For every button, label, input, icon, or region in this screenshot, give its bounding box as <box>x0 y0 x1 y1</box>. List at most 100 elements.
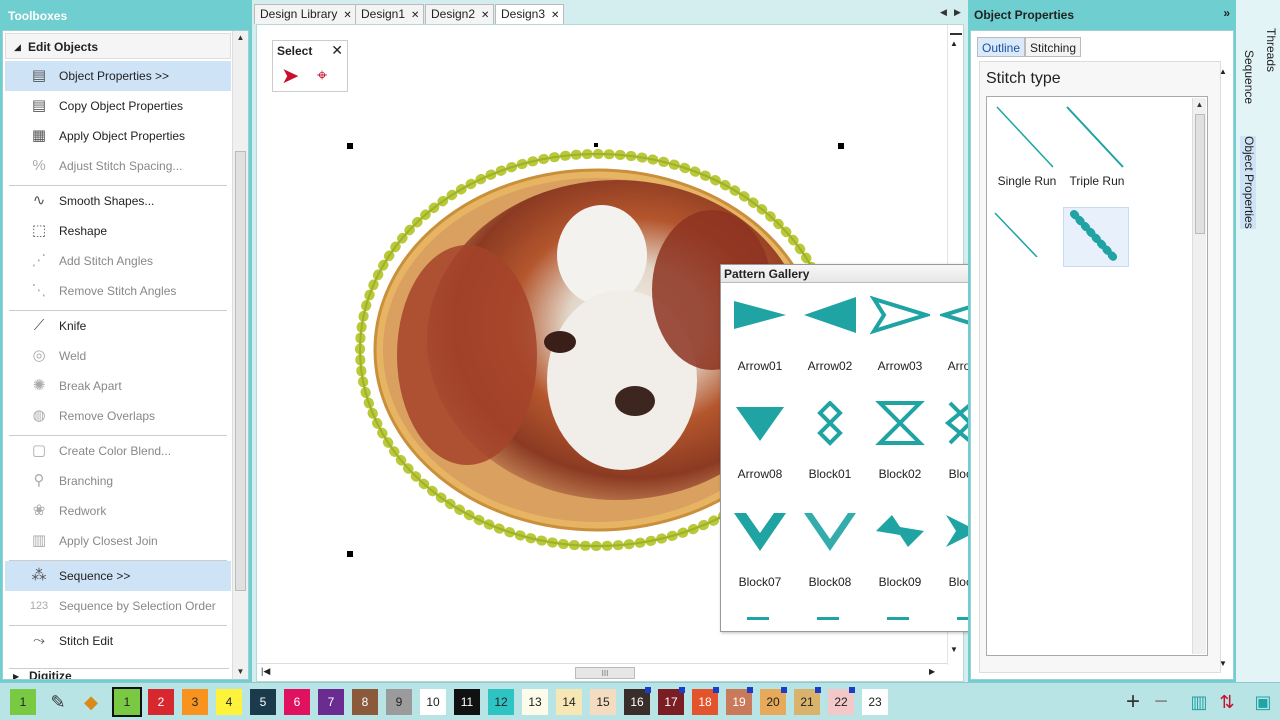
color-swatch-14[interactable]: 14 <box>556 689 582 715</box>
tab-next-icon[interactable]: ▶ <box>954 7 961 18</box>
selection-handle[interactable] <box>347 143 353 149</box>
select-point-icon[interactable]: ⌖ <box>317 65 327 86</box>
color-swatch-7[interactable]: 7 <box>318 689 344 715</box>
pattern-arrow02[interactable]: Arrow02 <box>795 287 865 387</box>
pattern-arrow03[interactable]: Arrow03 <box>865 287 935 387</box>
stitch-type-triple-run[interactable]: Triple Run <box>1057 101 1137 188</box>
scroll-up-icon[interactable]: ▲ <box>950 39 958 48</box>
color-swatch-2[interactable]: 2 <box>148 689 174 715</box>
scrollbar-thumb[interactable] <box>1195 114 1205 234</box>
stitch-type-single-run[interactable]: Single Run <box>987 101 1067 188</box>
panel-scroll-up-icon[interactable]: ▲ <box>1219 67 1227 76</box>
toolbox-item-remove-overlaps[interactable]: ◍ Remove Overlaps <box>5 401 231 431</box>
close-icon[interactable]: ✕ <box>551 10 559 21</box>
pattern-block08[interactable]: Block08 <box>795 503 865 603</box>
tab-outline[interactable]: Outline <box>977 37 1026 57</box>
toolbox-item-closest-join[interactable]: ▥ Apply Closest Join <box>5 526 231 556</box>
close-icon[interactable]: ✕ <box>481 10 489 21</box>
toolbox-item-object-properties[interactable]: ▤ Object Properties >> <box>5 61 231 91</box>
color-swatch-1[interactable]: 1 <box>10 689 36 715</box>
color-swatch-18[interactable]: 18 <box>692 687 719 715</box>
side-tab-threads[interactable]: Threads <box>1262 28 1278 72</box>
collapse-panel-icon[interactable]: » <box>1223 6 1230 20</box>
color-sort-icon[interactable]: ⇅ <box>1214 689 1240 715</box>
color-swatch-13[interactable]: 13 <box>522 689 548 715</box>
scroll-right-icon[interactable]: ▶ <box>929 667 935 676</box>
toolbox-item-sequence[interactable]: ⁂ Sequence >> <box>5 561 231 591</box>
digitize-section-header[interactable]: ▶ Digitize <box>9 668 229 679</box>
side-tab-sequence[interactable]: Sequence <box>1240 50 1256 104</box>
toolbox-item-remove-angles[interactable]: ⋱ Remove Stitch Angles <box>5 276 231 306</box>
toolbox-item-sequence-order[interactable]: 123 Sequence by Selection Order <box>5 591 231 621</box>
tab-design1[interactable]: Design1 ✕ <box>355 4 425 24</box>
color-swatch-1[interactable]: 1 <box>112 687 142 717</box>
stitch-type-item[interactable] <box>987 207 1067 260</box>
close-icon[interactable]: ✕ <box>343 10 351 21</box>
side-tab-object-properties[interactable]: Object Properties <box>1240 136 1256 229</box>
toolbox-item-branching[interactable]: ⚲ Branching <box>5 466 231 496</box>
panel-scroll-down-icon[interactable]: ▼ <box>1219 659 1227 668</box>
toolbox-item-redwork[interactable]: ❀ Redwork <box>5 496 231 526</box>
toolbox-item-weld[interactable]: ◎ Weld <box>5 341 231 371</box>
scroll-up-icon[interactable]: ▲ <box>233 31 248 45</box>
scroll-down-icon[interactable]: ▼ <box>950 645 958 654</box>
stitch-type-scrollbar[interactable]: ▲ <box>1192 98 1206 654</box>
pattern-block01[interactable]: Block01 <box>795 395 865 495</box>
pattern-partial[interactable] <box>817 617 839 629</box>
eyedropper-icon[interactable]: ✎ <box>45 689 71 715</box>
expand-triangle-icon[interactable]: ▶ <box>13 672 19 679</box>
color-swatch-5[interactable]: 5 <box>250 689 276 715</box>
pattern-arrow08[interactable]: Arrow08 <box>725 395 795 495</box>
selection-handle[interactable] <box>347 551 353 557</box>
color-swatch-12[interactable]: 12 <box>488 689 514 715</box>
scroll-left-icon[interactable]: |◀ <box>261 666 270 677</box>
pattern-block09[interactable]: Block09 <box>865 503 935 603</box>
selection-handle[interactable] <box>594 143 598 147</box>
tab-design2[interactable]: Design2 ✕ <box>425 4 495 24</box>
select-arrow-icon[interactable]: ➤ <box>281 63 299 89</box>
color-swatch-16[interactable]: 16 <box>624 687 651 715</box>
color-film-icon[interactable]: ▣ <box>1250 689 1276 715</box>
canvas-horizontal-scrollbar[interactable]: |◀ III ▶ <box>257 663 947 681</box>
remove-color-icon[interactable]: − <box>1148 689 1174 715</box>
toolbox-item-reshape[interactable]: ⬚ Reshape <box>5 216 231 246</box>
stitch-type-bead-selected[interactable] <box>1063 207 1129 267</box>
toolbox-item-apply-properties[interactable]: ▦ Apply Object Properties <box>5 121 231 151</box>
edit-objects-section-header[interactable]: ◢ Edit Objects <box>5 33 231 59</box>
pattern-block02[interactable]: Block02 <box>865 395 935 495</box>
color-swatch-17[interactable]: 17 <box>658 687 685 715</box>
pattern-arrow01[interactable]: Arrow01 <box>725 287 795 387</box>
scrollbar-thumb[interactable]: III <box>575 667 635 679</box>
scroll-up-icon[interactable]: ▲ <box>1193 98 1206 112</box>
toolbox-item-smooth-shapes[interactable]: ∿ Smooth Shapes... <box>5 186 231 216</box>
color-swatch-21[interactable]: 21 <box>794 687 821 715</box>
color-swatch-20[interactable]: 20 <box>760 687 787 715</box>
toolbox-item-knife[interactable]: ⟋ Knife <box>5 311 231 341</box>
add-color-icon[interactable]: + <box>1120 689 1146 715</box>
pattern-partial[interactable] <box>747 617 769 629</box>
color-swatch-19[interactable]: 19 <box>726 687 753 715</box>
tab-design3[interactable]: Design3 ✕ <box>495 4 565 24</box>
collapse-triangle-icon[interactable]: ◢ <box>14 42 21 53</box>
thread-chart-icon[interactable]: ▥ <box>1186 689 1212 715</box>
toolbox-scrollbar[interactable]: ▲ ▼ <box>232 31 248 679</box>
color-swatch-11[interactable]: 11 <box>454 689 480 715</box>
color-swatch-15[interactable]: 15 <box>590 689 616 715</box>
pattern-block07[interactable]: Block07 <box>725 503 795 603</box>
selection-handle[interactable] <box>838 143 844 149</box>
scrollbar-thumb[interactable] <box>235 151 246 591</box>
pattern-partial[interactable] <box>887 617 909 629</box>
close-icon[interactable]: ✕ <box>331 42 343 59</box>
toolbox-item-stitch-spacing[interactable]: % Adjust Stitch Spacing... <box>5 151 231 181</box>
toolbox-item-color-blend[interactable]: ▢ Create Color Blend... <box>5 436 231 466</box>
close-icon[interactable]: ✕ <box>411 10 419 21</box>
color-swatch-6[interactable]: 6 <box>284 689 310 715</box>
paint-bucket-icon[interactable]: ◆ <box>78 689 104 715</box>
tab-stitching[interactable]: Stitching <box>1025 37 1082 57</box>
tab-design-library[interactable]: Design Library ✕ <box>254 4 357 24</box>
tab-prev-icon[interactable]: ◀ <box>940 7 947 18</box>
toolbox-item-stitch-edit[interactable]: ⤳ Stitch Edit <box>5 626 231 656</box>
color-swatch-3[interactable]: 3 <box>182 689 208 715</box>
scroll-down-icon[interactable]: ▼ <box>233 665 248 679</box>
color-swatch-8[interactable]: 8 <box>352 689 378 715</box>
